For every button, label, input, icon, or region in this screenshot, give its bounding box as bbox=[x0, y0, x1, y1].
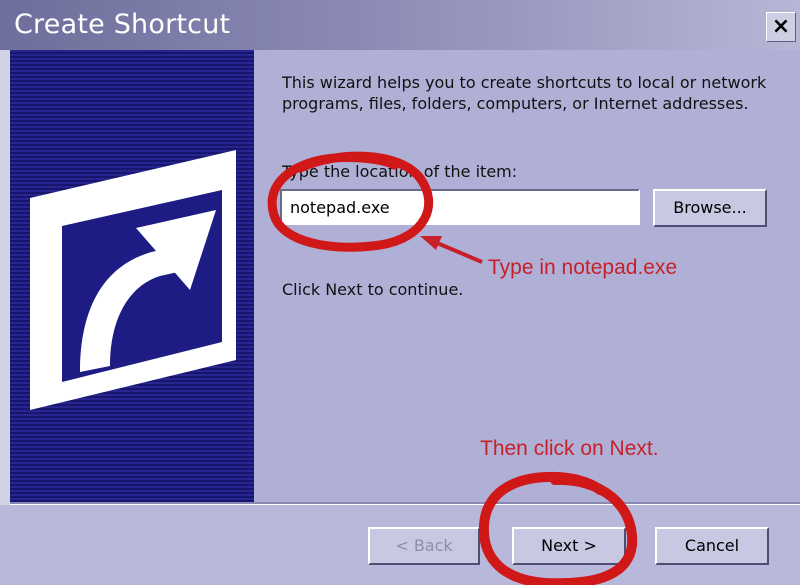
intro-text: This wizard helps you to create shortcut… bbox=[282, 73, 767, 113]
create-shortcut-dialog: Create Shortcut × This wizard helps you … bbox=[0, 0, 800, 585]
next-button[interactable]: Next > bbox=[512, 527, 626, 565]
title-bar[interactable]: Create Shortcut × bbox=[0, 0, 800, 50]
browse-button[interactable]: Browse... bbox=[653, 189, 767, 227]
window-title: Create Shortcut bbox=[14, 9, 231, 40]
location-label: Type the location of the item: bbox=[282, 162, 518, 181]
continue-text: Click Next to continue. bbox=[282, 280, 464, 299]
back-button[interactable]: < Back bbox=[368, 527, 480, 565]
location-input[interactable] bbox=[280, 189, 640, 225]
close-icon[interactable]: × bbox=[766, 12, 796, 42]
type-hint-annotation: Type in notepad.exe bbox=[488, 256, 678, 279]
cancel-button[interactable]: Cancel bbox=[655, 527, 769, 565]
next-hint-annotation: Then click on Next. bbox=[480, 437, 659, 460]
wizard-banner bbox=[10, 50, 254, 502]
footer-divider bbox=[10, 502, 800, 505]
shortcut-arrow-icon bbox=[30, 150, 236, 410]
